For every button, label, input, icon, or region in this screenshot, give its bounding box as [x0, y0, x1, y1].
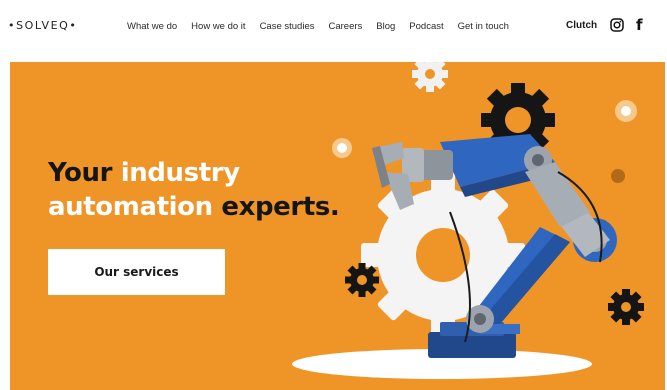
instagram-icon[interactable]	[610, 18, 624, 32]
nav-case-studies[interactable]: Case studies	[260, 21, 315, 32]
headline-text-your: Your	[48, 158, 121, 188]
nav-get-in-touch[interactable]: Get in touch	[458, 21, 509, 32]
clutch-link[interactable]: Clutch	[566, 20, 597, 31]
small-black-gear-left-icon	[345, 263, 379, 297]
top-navigation-bar: •SOLVEQ• What we do How we do it Case st…	[0, 0, 667, 56]
headline-text-experts: experts.	[212, 192, 340, 222]
headline-text-automation: automation	[48, 192, 213, 222]
decor-dot-right-center	[621, 106, 631, 116]
facebook-icon[interactable]: f	[636, 16, 643, 34]
robot-arm-illustration	[292, 62, 644, 379]
nav-how-we-do-it[interactable]: How we do it	[191, 21, 245, 32]
headline-text-industry: industry	[120, 158, 240, 188]
nav-blog[interactable]: Blog	[376, 21, 395, 32]
hero-headline: Your industry automation experts.	[48, 156, 340, 224]
our-services-button[interactable]: Our services	[48, 249, 225, 295]
hero-section: Your industry automation experts. Our se…	[10, 62, 665, 390]
nav-careers[interactable]: Careers	[328, 21, 362, 32]
main-nav: What we do How we do it Case studies Car…	[127, 21, 523, 32]
nav-podcast[interactable]: Podcast	[409, 21, 443, 32]
solveq-logo[interactable]: •SOLVEQ•	[8, 19, 77, 32]
decor-dot-dark	[611, 169, 625, 183]
decor-dot-left-center	[337, 143, 347, 153]
nav-what-we-do[interactable]: What we do	[127, 21, 177, 32]
small-white-gear-icon	[412, 62, 448, 92]
small-black-gear-right-icon	[608, 289, 644, 325]
